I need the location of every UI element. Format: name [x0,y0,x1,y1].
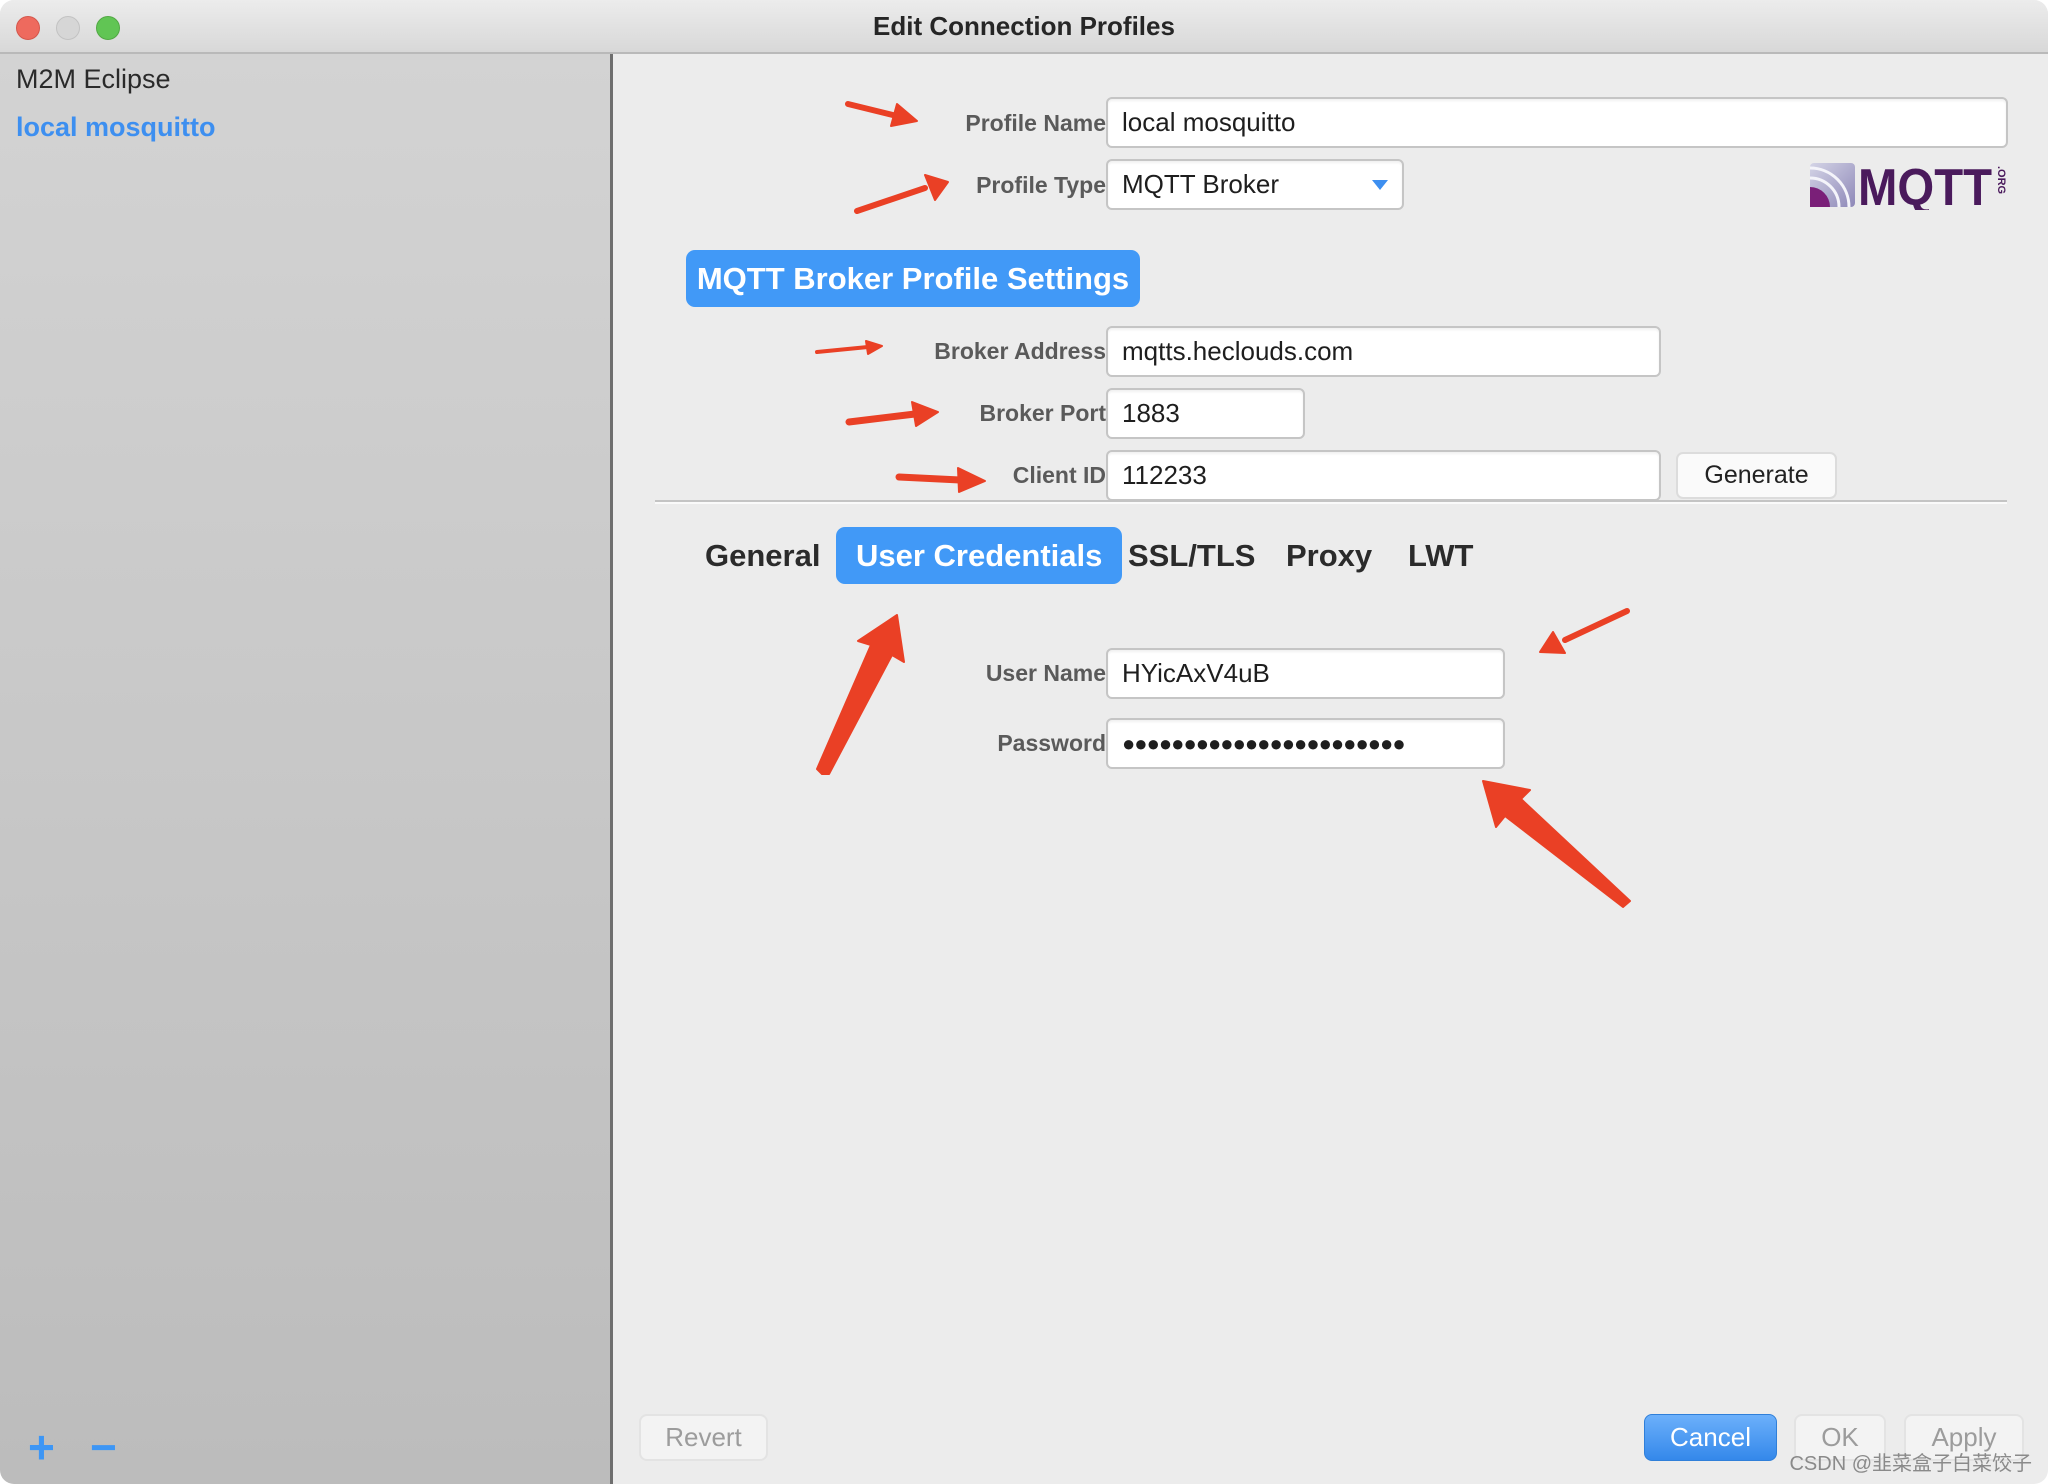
csdn-watermark: CSDN @韭菜盒子白菜饺子 [1789,1453,2032,1475]
broker-address-label: Broker Address [934,338,1106,364]
minus-icon: − [90,1421,117,1473]
profile-editor-panel: Profile Name local mosquitto Profile Typ… [613,54,2048,1484]
section-divider [655,500,2007,504]
password-value: ●●●●●●●●●●●●●●●●●●●●●●● [1122,730,1406,756]
add-profile-button[interactable]: + [28,1424,55,1470]
tab-general[interactable]: General [705,527,820,584]
profile-list-sidebar: M2M Eclipse local mosquitto + − [0,54,613,1484]
generate-client-id-button[interactable]: Generate [1676,452,1837,499]
tab-user-credentials[interactable]: User Credentials [836,527,1123,584]
profile-name-label: Profile Name [965,110,1106,136]
broker-address-value: mqtts.heclouds.com [1122,336,1354,366]
tab-ssl-tls[interactable]: SSL/TLS [1128,527,1255,584]
client-id-input[interactable]: 112233 [1106,450,1661,501]
password-label: Password [997,730,1106,756]
profile-list-item-selected[interactable]: local mosquitto [16,112,216,143]
window-title: Edit Connection Profiles [873,11,1175,41]
broker-address-input[interactable]: mqtts.heclouds.com [1106,326,1661,377]
cancel-button[interactable]: Cancel [1644,1414,1777,1461]
profile-list-item[interactable]: M2M Eclipse [16,64,171,95]
user-name-input[interactable]: HYicAxV4uB [1106,648,1505,699]
tab-lwt[interactable]: LWT [1408,527,1473,584]
client-id-label: Client ID [1012,462,1106,488]
svg-text:.ORG: .ORG [1995,166,2007,194]
title-bar: Edit Connection Profiles [0,0,2048,54]
edit-connection-profiles-window: Edit Connection Profiles M2M Eclipse loc… [0,0,2048,1484]
plus-icon: + [28,1421,55,1473]
user-name-label: User Name [985,660,1106,686]
profile-name-input[interactable]: local mosquitto [1106,97,2008,148]
profile-type-dropdown[interactable]: MQTT Broker [1106,159,1404,210]
profile-type-label: Profile Type [976,172,1106,198]
revert-button[interactable]: Revert [639,1414,768,1461]
chevron-down-icon [1372,179,1388,190]
tab-proxy[interactable]: Proxy [1286,527,1372,584]
broker-port-input[interactable]: 1883 [1106,388,1305,439]
logo-text: MQTT [1858,160,1992,210]
profile-type-value: MQTT Broker [1122,169,1279,199]
password-input[interactable]: ●●●●●●●●●●●●●●●●●●●●●●● [1106,718,1505,769]
client-id-value: 112233 [1122,460,1207,490]
broker-port-value: 1883 [1122,398,1180,428]
broker-settings-header: MQTT Broker Profile Settings [686,250,1140,307]
broker-port-label: Broker Port [979,400,1106,426]
mqtt-org-logo: MQTT .ORG [1810,160,2007,210]
profile-name-value: local mosquitto [1122,107,1296,137]
remove-profile-button[interactable]: − [90,1424,117,1470]
user-name-value: HYicAxV4uB [1122,658,1270,688]
